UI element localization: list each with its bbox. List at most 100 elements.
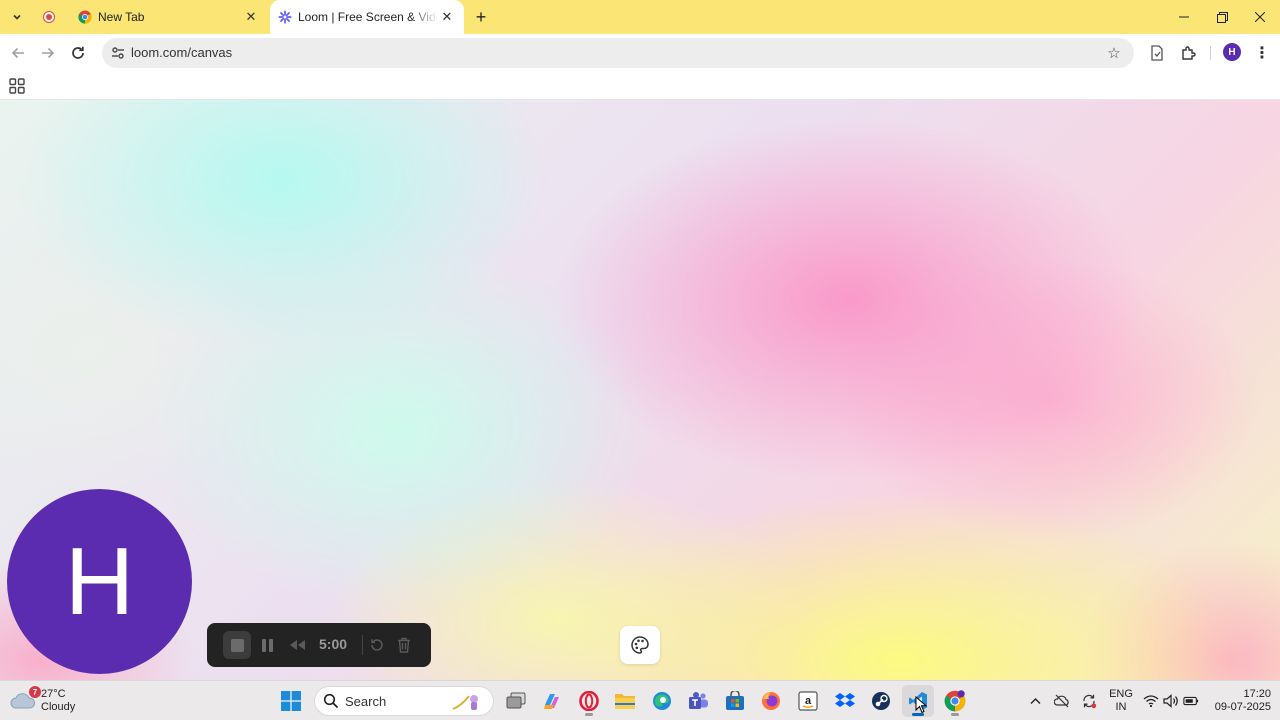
restore-button[interactable] (1202, 0, 1242, 34)
tab-strip: New Tab ✕ Loom | Free Screen & Video Rec… (0, 0, 1280, 34)
start-button[interactable] (275, 685, 307, 717)
plus-icon: + (475, 6, 487, 27)
url-text: loom.com/canvas (131, 45, 233, 60)
language-region: IN (1115, 701, 1127, 713)
file-explorer-button[interactable] (609, 685, 641, 717)
onedrive-offline-icon[interactable] (1054, 693, 1070, 709)
dropbox-button[interactable] (829, 685, 861, 717)
volume-icon[interactable] (1163, 693, 1179, 709)
profile-avatar[interactable]: H (1223, 43, 1241, 61)
windows-taskbar: 7 27°C Cloudy Search a ENG IN 17:20 09-0… (0, 680, 1280, 720)
running-indicator (951, 713, 959, 716)
store-icon (726, 691, 744, 710)
trash-icon (398, 637, 410, 653)
edge-icon (653, 692, 671, 710)
task-view-icon (506, 692, 526, 709)
taskbar-search[interactable]: Search (314, 686, 494, 716)
camera-effects-button[interactable] (620, 626, 660, 664)
close-window-button[interactable] (1240, 0, 1280, 34)
weather-widget[interactable]: 7 27°C Cloudy (10, 685, 75, 717)
recording-controls: 5:00 (207, 623, 431, 667)
toolbar-divider (1210, 46, 1211, 60)
controls-divider (362, 635, 363, 655)
firefox-button[interactable] (755, 685, 787, 717)
search-icon (323, 693, 339, 709)
tab-new-tab[interactable]: New Tab ✕ (70, 0, 268, 34)
edge-button[interactable] (646, 685, 678, 717)
reload-icon (72, 46, 84, 59)
delete-button[interactable] (392, 633, 416, 657)
language-code: ENG (1109, 688, 1133, 700)
dropbox-icon (835, 693, 855, 707)
apps-grid-icon[interactable] (8, 77, 26, 95)
palette-icon (631, 636, 649, 654)
bookmark-star-icon[interactable]: ☆ (1104, 43, 1124, 63)
battery-icon[interactable] (1183, 693, 1199, 709)
chevron-up-icon[interactable] (1027, 693, 1043, 709)
amazon-button[interactable]: a (792, 685, 824, 717)
opera-button[interactable] (573, 685, 605, 717)
extensions-icon[interactable] (1176, 41, 1200, 65)
close-icon[interactable]: ✕ (438, 8, 456, 26)
file-explorer-icon (615, 694, 635, 709)
tab-loom[interactable]: Loom | Free Screen & Video Recording Sof… (270, 0, 464, 34)
stop-icon (230, 638, 244, 652)
address-bar[interactable]: loom.com/canvas ☆ (102, 38, 1134, 68)
amazon-icon: a (798, 691, 818, 711)
chrome-icon (944, 690, 966, 712)
store-button[interactable] (719, 685, 751, 717)
weather-alert-badge: 7 (29, 686, 41, 698)
reload-button[interactable] (64, 39, 92, 67)
browser-toolbar: loom.com/canvas ☆ H ⋮ (0, 34, 1280, 72)
back-button[interactable] (4, 39, 32, 67)
chrome-taskbar-button[interactable] (939, 685, 971, 717)
site-info-icon[interactable] (108, 43, 128, 63)
reading-list-icon[interactable] (1145, 41, 1169, 65)
tab-title: Loom | Free Screen & Video Recording Sof… (298, 10, 438, 24)
clock-time: 17:20 (1243, 688, 1271, 700)
restart-icon (371, 639, 383, 651)
minimize-icon (1179, 16, 1189, 18)
windows-start-icon (281, 691, 301, 711)
restore-icon (1216, 11, 1228, 23)
teams-button[interactable] (682, 685, 714, 717)
tab-search-button[interactable] (6, 6, 28, 28)
running-indicator (585, 713, 593, 716)
pause-icon (261, 638, 273, 652)
language-indicator[interactable]: ENG IN (1108, 688, 1134, 714)
loom-canvas-background: H 5:00 (0, 100, 1280, 680)
wifi-icon[interactable] (1143, 693, 1159, 709)
weather-condition: Cloudy (41, 701, 76, 713)
stop-button[interactable] (223, 631, 251, 659)
teams-icon (689, 692, 708, 709)
forward-button[interactable] (34, 39, 62, 67)
clock[interactable]: 17:20 09-07-2025 (1205, 688, 1271, 714)
close-icon[interactable]: ✕ (242, 8, 260, 26)
minimize-button[interactable] (1164, 0, 1204, 34)
opera-icon (579, 691, 599, 711)
new-tab-button[interactable]: + (470, 6, 492, 28)
tab-title: New Tab (98, 10, 145, 24)
chrome-icon (78, 10, 92, 24)
copilot-app-icon (544, 694, 559, 709)
weather-temperature: 27°C (41, 688, 66, 700)
rewind-icon (290, 640, 305, 650)
recording-timer: 5:00 (319, 636, 348, 652)
steam-icon (872, 692, 890, 710)
arrow-right-icon (42, 47, 55, 59)
task-view-button[interactable] (500, 685, 532, 717)
restart-button[interactable] (365, 633, 389, 657)
copilot-icon (452, 695, 478, 710)
sync-icon[interactable] (1081, 693, 1097, 709)
cloud-icon: 7 (10, 686, 41, 712)
rewind-button[interactable] (285, 633, 309, 657)
loom-icon (278, 10, 292, 24)
bookmarks-bar (0, 72, 1280, 100)
clock-date: 09-07-2025 (1214, 701, 1271, 713)
browser-menu-icon[interactable]: ⋮ (1252, 41, 1272, 65)
search-label: Search (345, 693, 387, 709)
steam-button[interactable] (865, 685, 897, 717)
pause-button[interactable] (255, 633, 279, 657)
copilot-app-button[interactable] (536, 685, 568, 717)
camera-bubble-avatar[interactable]: H (7, 489, 192, 674)
